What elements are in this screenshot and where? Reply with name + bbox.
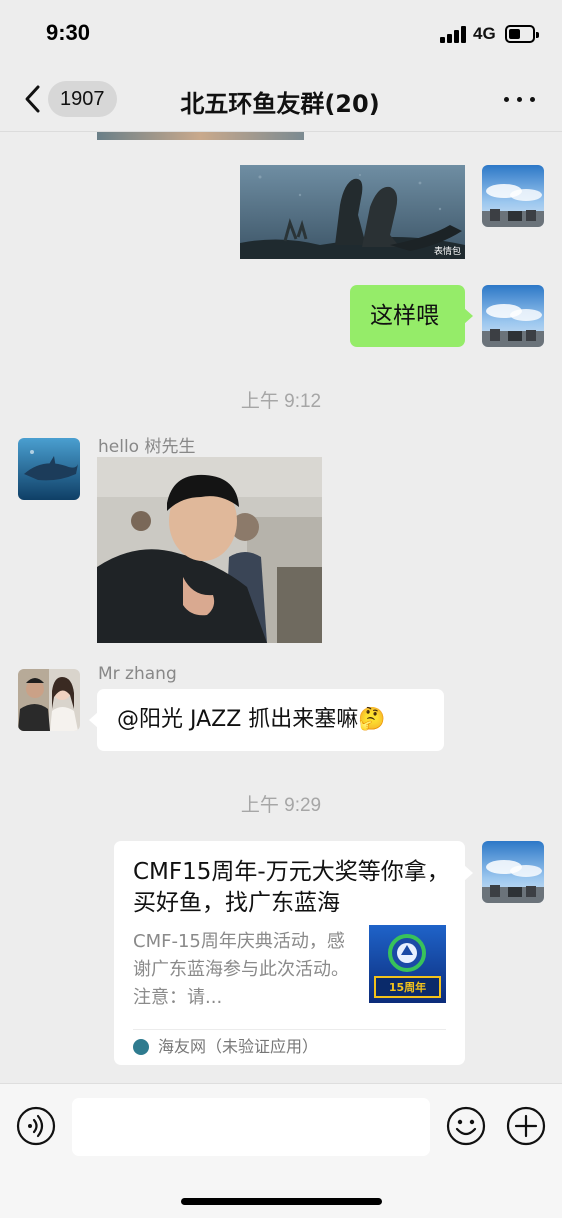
card-title: CMF15周年-万元大奖等你拿，买好鱼，找广东蓝海: [133, 859, 450, 916]
card-description: CMF-15周年庆典活动，感谢广东蓝海参与此次活动。注意：请...: [133, 931, 349, 1008]
sender-name: Mr zhang: [98, 664, 177, 684]
photo-image: [97, 457, 322, 643]
status-bar: 9:30 4G: [0, 0, 562, 66]
chat-title: 北五环鱼友群(20): [180, 90, 380, 118]
emoji-icon[interactable]: [446, 1106, 486, 1146]
link-card-message[interactable]: CMF15周年-万元大奖等你拿，买好鱼，找广东蓝海 CMF-15周年庆典活动，感…: [114, 841, 473, 1065]
plus-icon[interactable]: [506, 1106, 546, 1146]
card-thumbnail: 15周年: [369, 925, 446, 1003]
time-divider: 上午 9:12: [240, 391, 322, 412]
avatar-other[interactable]: [18, 438, 80, 500]
card-divider: [133, 1029, 446, 1030]
battery-icon: [505, 25, 539, 43]
more-dots-icon[interactable]: [504, 97, 536, 103]
text-message-mine[interactable]: 这样喂: [350, 285, 473, 347]
avatar-mine[interactable]: [482, 165, 544, 227]
sender-name: hello 树先生: [98, 437, 196, 457]
image-message-other[interactable]: [97, 457, 322, 643]
app-logo-icon: [133, 1039, 149, 1055]
avatar-other[interactable]: [18, 669, 80, 731]
text-message-other[interactable]: @阳光 JAZZ 抓出来塞嘛🤔: [89, 689, 444, 751]
thumbnail-text: 15周年: [388, 981, 427, 994]
meme-image: [240, 165, 465, 259]
signal-icon: [440, 26, 468, 43]
message-text: @阳光 JAZZ 抓出来塞嘛🤔: [117, 707, 386, 732]
time-divider: 上午 9:29: [240, 795, 322, 816]
voice-icon[interactable]: [16, 1106, 56, 1146]
meme-watermark: 表情包: [433, 247, 461, 257]
card-source: 海友网（未验证应用）: [158, 1037, 319, 1056]
chat-header: 1907 北五环鱼友群(20): [0, 66, 562, 132]
status-time: 9:30: [46, 20, 91, 45]
avatar-mine[interactable]: [482, 841, 544, 903]
home-indicator[interactable]: [181, 1198, 382, 1205]
message-text: 这样喂: [370, 303, 439, 329]
unread-count-badge[interactable]: 1907: [48, 81, 117, 117]
image-message-mine[interactable]: 表情包: [240, 165, 465, 259]
avatar-mine[interactable]: [482, 285, 544, 347]
message-input[interactable]: [72, 1098, 430, 1156]
chevron-left-icon[interactable]: [22, 84, 44, 114]
partial-image-message[interactable]: [97, 132, 304, 140]
network-label: 4G: [473, 24, 496, 43]
